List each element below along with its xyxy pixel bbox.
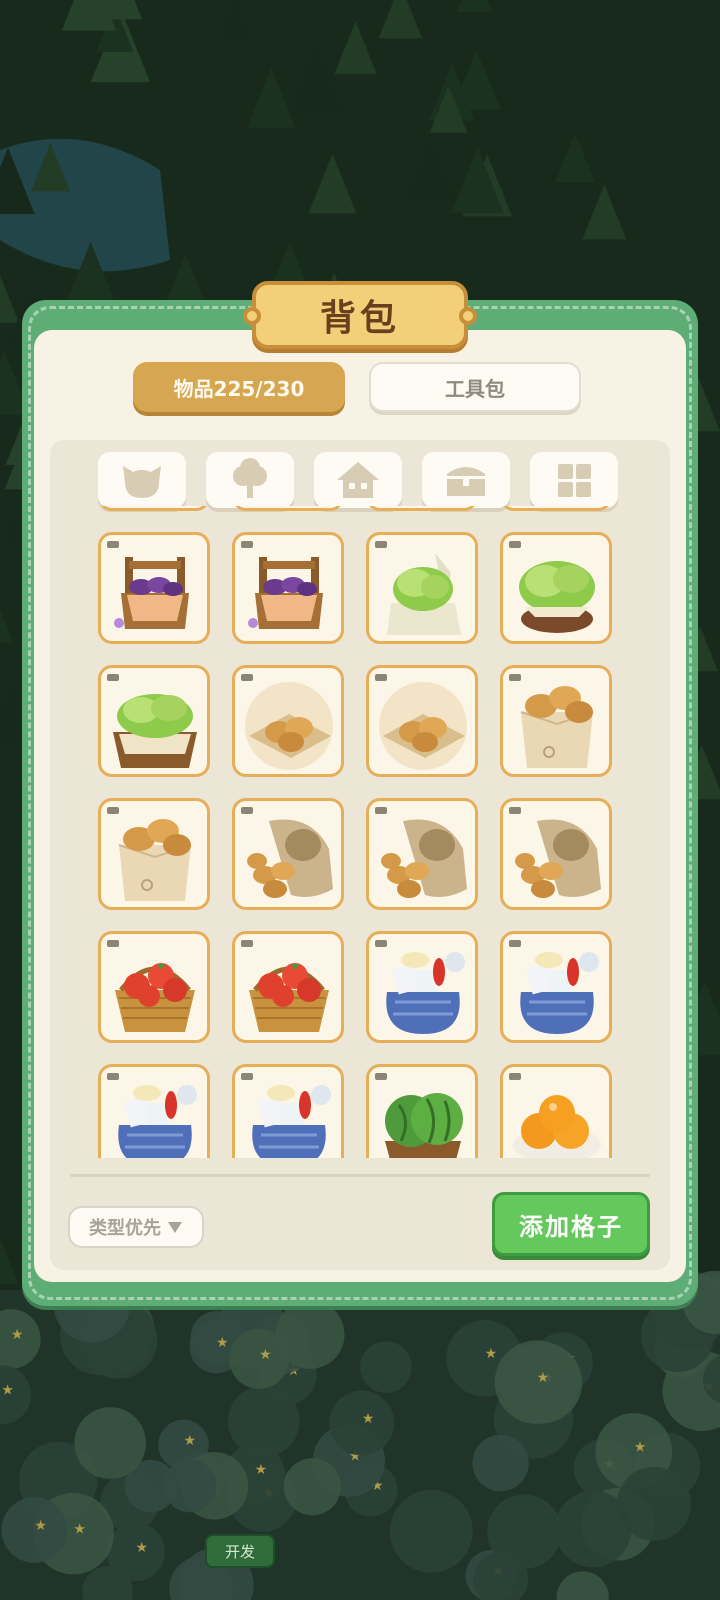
eggplant-crate-icon — [114, 557, 189, 629]
inventory-slot[interactable] — [500, 1064, 612, 1158]
house-icon — [337, 462, 379, 498]
filter-buildings-button[interactable] — [314, 452, 402, 508]
inventory-slot[interactable] — [98, 532, 210, 644]
inventory-slot[interactable] — [500, 506, 612, 511]
tab-items[interactable]: 物品225/230 — [133, 362, 345, 412]
add-slots-button[interactable]: 添加格子 — [492, 1192, 650, 1256]
inventory-slot[interactable] — [366, 532, 478, 644]
grocery-bag-icon — [386, 952, 465, 1034]
inventory-slot[interactable] — [500, 532, 612, 644]
potato-plate-icon — [379, 682, 467, 770]
inventory-slot[interactable] — [232, 506, 344, 511]
tree-icon — [233, 458, 267, 498]
potato-sack-icon — [381, 819, 467, 898]
footer-divider — [70, 1174, 650, 1177]
pet-icon — [123, 466, 161, 498]
grocery-bag-icon — [252, 1085, 331, 1158]
potato-plate-icon — [245, 682, 333, 770]
inventory-slot[interactable] — [98, 665, 210, 777]
inventory-slot[interactable] — [366, 1064, 478, 1158]
inventory-slot[interactable] — [98, 931, 210, 1043]
panel-title: 背包 — [319, 298, 400, 339]
potato-box-icon — [520, 686, 594, 768]
inventory-slot[interactable] — [98, 798, 210, 910]
lettuce-bag-icon — [387, 553, 461, 635]
inventory-slot[interactable] — [232, 1064, 344, 1158]
inventory-slot[interactable] — [500, 798, 612, 910]
watermelon-basket-icon — [385, 1093, 463, 1158]
sort-type-dropdown[interactable]: 类型优先 — [68, 1206, 204, 1248]
tomato-basket-icon — [249, 963, 329, 1032]
inventory-slot[interactable] — [366, 506, 478, 511]
inventory-slot[interactable] — [366, 931, 478, 1043]
inventory-grid — [60, 506, 660, 1158]
lettuce-bowl-icon — [519, 561, 595, 633]
eggplant-crate-icon — [248, 557, 323, 629]
grid-icon — [558, 464, 591, 497]
filter-all-button[interactable] — [530, 452, 618, 508]
title-plaque: 背包 — [243, 281, 477, 349]
filter-treasure-button[interactable] — [422, 452, 510, 508]
sort-label: 类型优先 — [89, 1218, 161, 1239]
inventory-slot[interactable] — [500, 931, 612, 1043]
inventory-slot[interactable] — [232, 532, 344, 644]
potato-sack-icon — [247, 819, 333, 898]
grocery-bag-icon — [118, 1085, 197, 1158]
potato-box-icon — [118, 819, 192, 901]
orange-plate-icon — [513, 1095, 601, 1158]
inventory-slot[interactable] — [98, 1064, 210, 1158]
grocery-bag-icon — [520, 952, 599, 1034]
potato-sack-icon — [515, 819, 601, 898]
inventory-slot[interactable] — [366, 665, 478, 777]
inventory-slot[interactable] — [500, 665, 612, 777]
lettuce-crate-icon — [113, 694, 197, 768]
dev-button[interactable]: 开发 — [205, 1534, 275, 1568]
filter-pets-button[interactable] — [98, 452, 186, 508]
tab-toolkit[interactable]: 工具包 — [369, 362, 581, 412]
inventory-slot[interactable] — [232, 931, 344, 1043]
chevron-down-icon — [168, 1222, 182, 1233]
chest-icon — [447, 467, 485, 496]
inventory-slot[interactable] — [232, 798, 344, 910]
filter-plants-button[interactable] — [206, 452, 294, 508]
inventory-slot[interactable] — [232, 665, 344, 777]
tomato-basket-icon — [115, 963, 195, 1032]
inventory-slot[interactable] — [98, 506, 210, 511]
inventory-slot[interactable] — [366, 798, 478, 910]
